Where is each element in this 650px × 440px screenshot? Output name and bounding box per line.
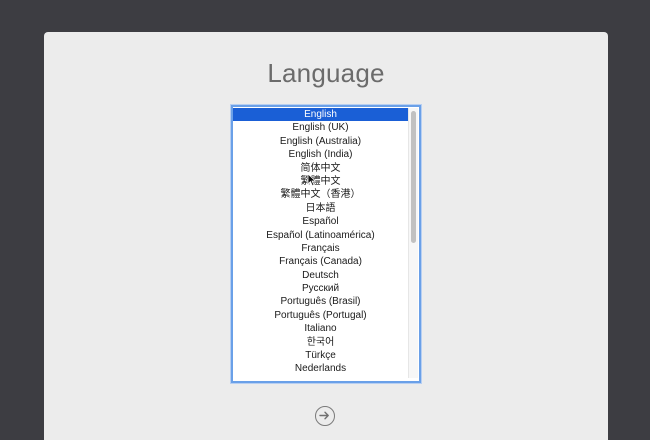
language-option[interactable]: English (India) — [233, 148, 408, 161]
language-option[interactable]: Türkçe — [233, 349, 408, 362]
arrow-right-circle-icon — [319, 411, 329, 420]
language-option[interactable]: Italiano — [233, 322, 408, 335]
continue-button[interactable] — [315, 406, 335, 426]
language-option[interactable]: Español — [233, 215, 408, 228]
language-option[interactable]: 한국어 — [233, 336, 408, 349]
language-option[interactable]: 繁體中文 — [233, 175, 408, 188]
scrollbar-thumb[interactable] — [411, 111, 416, 243]
language-option[interactable]: Русский — [233, 282, 408, 295]
page-title: Language — [267, 58, 385, 88]
language-option[interactable]: Français (Canada) — [233, 255, 408, 268]
list-scrollbar[interactable] — [408, 108, 418, 378]
language-option[interactable]: English (UK) — [233, 121, 408, 134]
language-option[interactable]: Português (Portugal) — [233, 309, 408, 322]
mouse-pointer-icon — [307, 173, 317, 187]
setup-window: Language English English (UK) English (A… — [44, 32, 608, 440]
language-option[interactable]: 日本語 — [233, 202, 408, 215]
language-option[interactable]: English — [233, 108, 408, 122]
language-option[interactable]: 繁體中文（香港） — [233, 188, 408, 201]
language-option[interactable]: Español (Latinoamérica) — [233, 229, 408, 242]
language-option[interactable]: Português (Brasil) — [233, 295, 408, 308]
desktop-background: Language English English (UK) English (A… — [0, 0, 650, 440]
language-option[interactable]: Français — [233, 242, 408, 255]
language-option[interactable]: Deutsch — [233, 269, 408, 282]
language-option[interactable]: 简体中文 — [233, 162, 408, 175]
language-option[interactable]: English (Australia) — [233, 135, 408, 148]
language-list: English English (UK) English (Australia)… — [233, 108, 408, 376]
language-option[interactable]: Nederlands — [233, 362, 408, 375]
language-listbox[interactable]: English English (UK) English (Australia)… — [231, 105, 421, 383]
